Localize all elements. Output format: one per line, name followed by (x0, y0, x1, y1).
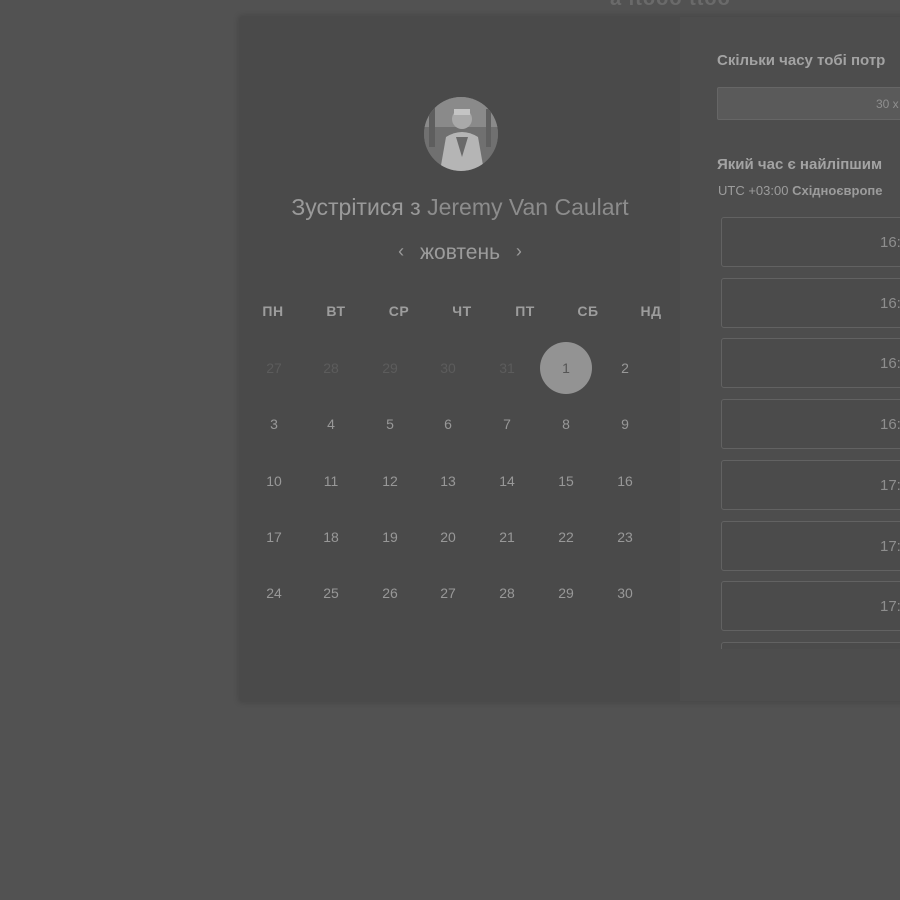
time-slot-label: 16: (880, 294, 900, 312)
calendar-day[interactable]: 25 (311, 573, 351, 613)
chevron-right-icon[interactable]: › (506, 241, 532, 262)
time-slot-button[interactable]: 16: (721, 277, 900, 328)
calendar-day[interactable]: 13 (428, 461, 468, 501)
calendar-day: 29 (382, 360, 398, 376)
calendar-day[interactable]: 23 (605, 517, 645, 557)
host-avatar (424, 97, 498, 171)
scheduling-widget: Зустрітися з Jeremy Van Caulart ‹ жовтен… (240, 17, 900, 701)
time-slot-button[interactable]: 16: (721, 217, 900, 267)
page-heading-fragment: a ltooo ttoo (610, 0, 731, 11)
timezone-name: Східноєвропе (792, 183, 883, 198)
month-navigator: ‹ жовтень › (240, 241, 680, 265)
calendar-day[interactable]: 12 (370, 461, 410, 501)
calendar-day[interactable]: 26 (370, 573, 410, 613)
weekday-label: СР (388, 303, 410, 319)
weekday-label: ВТ (326, 303, 346, 319)
time-slot-button[interactable]: 16: (721, 399, 900, 450)
duration-value: 30 х (876, 97, 899, 111)
calendar-day: 30 (440, 360, 456, 376)
meeting-title: Зустрітися з Jeremy Van Caulart (240, 194, 680, 221)
time-slot-button[interactable]: 16: (721, 338, 900, 389)
calendar-day[interactable]: 30 (605, 573, 645, 613)
weekday-label: ПН (262, 303, 284, 319)
calendar-day[interactable]: 7 (487, 404, 527, 444)
calendar-day[interactable]: 18 (311, 517, 351, 557)
calendar-day[interactable]: 16 (605, 461, 645, 501)
calendar-day: 28 (323, 360, 339, 376)
time-slot-button[interactable]: 17: (721, 581, 900, 632)
calendar-day: 31 (499, 360, 515, 376)
time-slot-label: 16: (880, 234, 900, 251)
calendar-day[interactable]: 24 (254, 573, 294, 613)
time-question: Який час є найліпшим (717, 156, 883, 173)
time-slot-button[interactable]: 17: (721, 520, 900, 571)
duration-question: Скільки часу тобі потр (717, 52, 886, 69)
time-slot-label: 16: (880, 355, 900, 373)
weekday-label: НД (640, 303, 662, 319)
weekday-label: ПТ (515, 303, 535, 319)
calendar-day[interactable]: 15 (546, 461, 586, 501)
time-slot-label: 17: (880, 598, 900, 616)
calendar-day[interactable]: 22 (546, 517, 586, 557)
calendar-day[interactable]: 17 (254, 517, 294, 557)
chevron-left-icon[interactable]: ‹ (388, 241, 414, 262)
time-slot-label: 17: (880, 476, 900, 494)
time-slot-label: 17: (880, 537, 900, 555)
booking-panel: Скільки часу тобі потр 30 х Який час є н… (680, 17, 900, 701)
timezone-offset: UTC +03:00 (718, 183, 789, 198)
calendar-day[interactable]: 19 (370, 517, 410, 557)
calendar-day[interactable]: 14 (487, 461, 527, 501)
time-slot-button[interactable]: 17: (721, 459, 900, 510)
calendar-day[interactable]: 27 (428, 573, 468, 613)
time-slot-button[interactable] (721, 641, 900, 649)
calendar-day[interactable]: 6 (428, 404, 468, 444)
month-label: жовтень (419, 241, 501, 264)
calendar-day[interactable]: 8 (546, 404, 586, 444)
time-slot-label: 16: (880, 416, 900, 434)
calendar-day[interactable]: 21 (487, 517, 527, 557)
calendar-panel: Зустрітися з Jeremy Van Caulart ‹ жовтен… (240, 17, 680, 701)
time-slot-list: 16: 16: 16: 16: 17: 17: 17: (721, 217, 900, 649)
calendar-day-selected[interactable]: 1 (540, 342, 592, 394)
calendar-day[interactable]: 4 (311, 404, 351, 444)
calendar-day[interactable]: 20 (428, 517, 468, 557)
meeting-title-prefix: Зустрітися з (291, 194, 421, 220)
calendar-day[interactable]: 11 (311, 461, 351, 501)
calendar-day[interactable]: 10 (254, 461, 294, 501)
calendar-day[interactable]: 28 (487, 573, 527, 613)
duration-select[interactable]: 30 х (717, 87, 900, 120)
calendar-day[interactable]: 3 (254, 404, 294, 444)
host-name: Jeremy Van Caulart (427, 194, 629, 220)
weekday-label: ЧТ (452, 303, 472, 319)
timezone-selector[interactable]: UTC +03:00 Східноєвропе (718, 183, 883, 198)
calendar-day[interactable]: 5 (370, 404, 410, 444)
weekday-label: СБ (577, 303, 599, 319)
calendar-day[interactable]: 9 (605, 404, 645, 444)
calendar-day[interactable]: 2 (605, 348, 645, 388)
calendar-day: 27 (266, 360, 282, 376)
calendar-day[interactable]: 29 (546, 573, 586, 613)
